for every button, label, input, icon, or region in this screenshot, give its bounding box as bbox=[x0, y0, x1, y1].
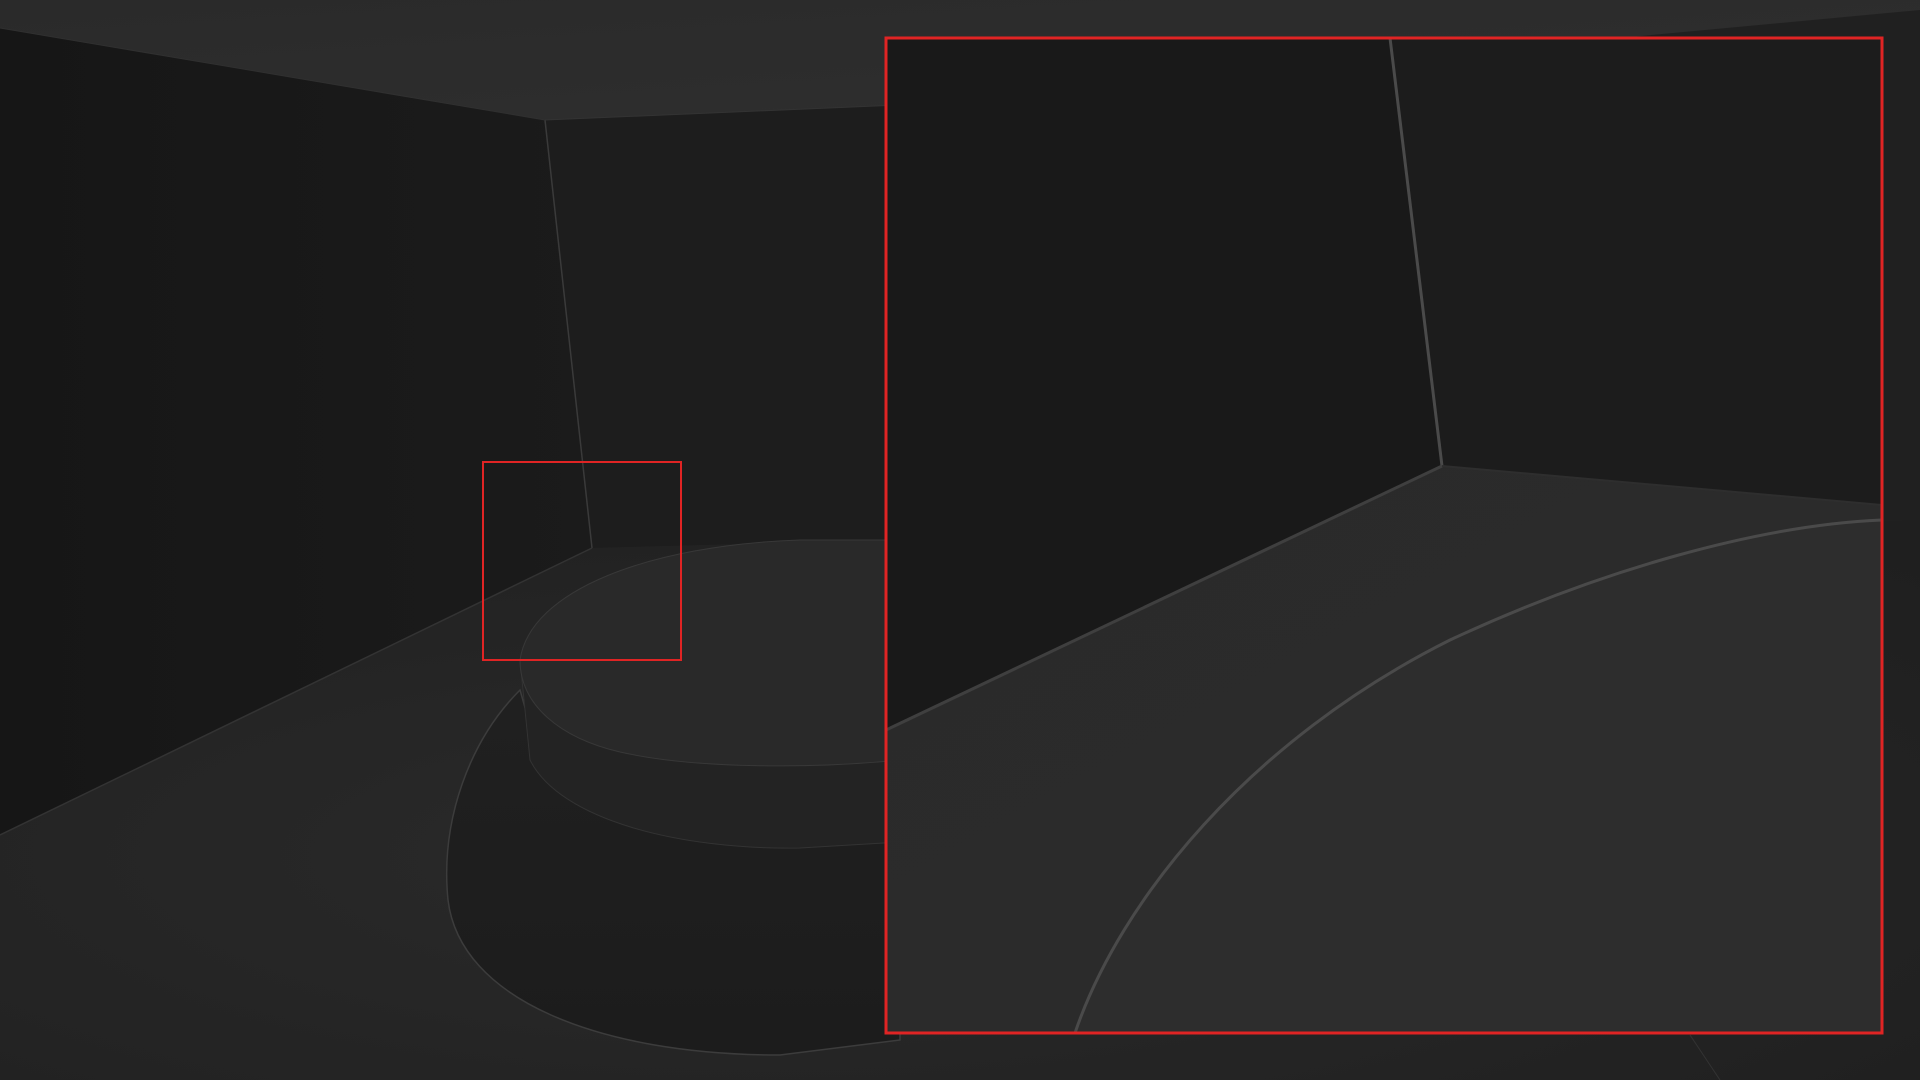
scene-canvas[interactable] bbox=[0, 0, 1920, 1080]
zoom-inset[interactable] bbox=[884, 36, 1884, 1035]
3d-viewport[interactable] bbox=[0, 0, 1920, 1080]
back-wall bbox=[545, 105, 900, 548]
